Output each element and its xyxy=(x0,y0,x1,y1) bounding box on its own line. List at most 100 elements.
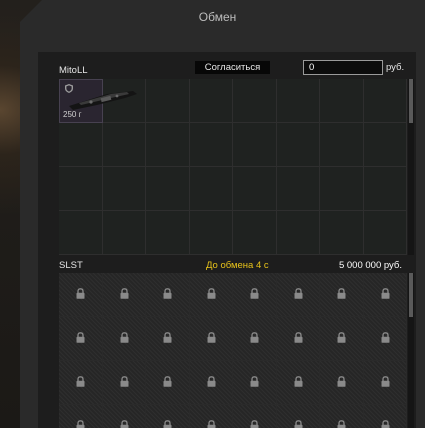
locked-slot xyxy=(146,361,190,405)
other-money-offer: 5 000 000 руб. xyxy=(338,260,402,271)
locked-slot xyxy=(276,405,320,428)
lock-icon xyxy=(76,376,85,387)
lock-icon xyxy=(163,288,172,299)
lock-icon xyxy=(76,420,85,428)
lock-icon xyxy=(337,288,346,299)
inventory-slot[interactable] xyxy=(363,123,407,167)
locked-slot xyxy=(146,317,190,361)
lock-icon xyxy=(294,420,302,428)
inventory-slot[interactable] xyxy=(320,79,364,123)
inventory-slot[interactable] xyxy=(320,167,364,211)
locked-slot xyxy=(102,361,146,405)
inventory-slot[interactable] xyxy=(233,79,277,123)
locked-slot xyxy=(233,361,277,405)
lock-icon xyxy=(250,376,259,387)
locked-slot xyxy=(276,361,320,405)
lock-icon xyxy=(76,332,85,343)
lock-icon xyxy=(120,288,128,299)
inventory-slot[interactable] xyxy=(59,123,103,167)
locked-slot xyxy=(59,361,103,405)
inventory-slot[interactable] xyxy=(59,167,103,211)
inventory-slot[interactable] xyxy=(59,211,103,255)
window-title: Обмен xyxy=(198,10,237,24)
inventory-slot[interactable] xyxy=(363,167,407,211)
inventory-slot[interactable] xyxy=(233,167,277,211)
lock-icon xyxy=(250,332,259,343)
locked-slot xyxy=(102,405,146,428)
lock-icon xyxy=(337,420,346,428)
inventory-slot[interactable] xyxy=(276,123,320,167)
locked-slot xyxy=(102,317,146,361)
locked-slot xyxy=(276,317,320,361)
scrollbar-thumb[interactable] xyxy=(409,79,413,123)
inventory-slot[interactable] xyxy=(189,211,233,255)
lock-icon xyxy=(294,376,302,387)
lock-icon xyxy=(381,376,389,387)
locked-slot xyxy=(233,405,277,428)
locked-slot xyxy=(320,317,364,361)
lock-icon xyxy=(207,288,215,299)
locked-slot xyxy=(276,273,320,317)
locked-slot xyxy=(189,273,233,317)
inventory-slot[interactable] xyxy=(146,167,190,211)
my-offer-grid: 250 г xyxy=(59,79,407,255)
lock-icon xyxy=(381,420,389,428)
agree-button[interactable]: Согласиться xyxy=(195,61,270,74)
inventory-slot[interactable] xyxy=(320,211,364,255)
other-grid-scrollbar[interactable] xyxy=(408,273,414,428)
lock-icon xyxy=(163,420,172,428)
inventory-slot[interactable] xyxy=(102,167,146,211)
inventory-slot[interactable] xyxy=(233,123,277,167)
locked-slot xyxy=(59,317,103,361)
weapon-part-icon xyxy=(69,91,137,110)
locked-slot xyxy=(233,273,277,317)
inventory-slot[interactable] xyxy=(102,211,146,255)
lock-icon xyxy=(294,332,302,343)
lock-icon xyxy=(337,376,346,387)
other-player-name: SLST xyxy=(59,260,83,271)
inventory-slot[interactable] xyxy=(146,123,190,167)
inventory-slot[interactable] xyxy=(276,79,320,123)
trade-timer: До обмена 4 с xyxy=(206,260,269,271)
locked-slot xyxy=(146,405,190,428)
inventory-slot[interactable] xyxy=(363,211,407,255)
item-weight: 250 г xyxy=(63,110,82,119)
inventory-slot[interactable] xyxy=(233,211,277,255)
lock-icon xyxy=(207,376,215,387)
inventory-slot[interactable] xyxy=(102,123,146,167)
locked-slot xyxy=(189,361,233,405)
locked-slot xyxy=(363,273,407,317)
lock-icon xyxy=(250,288,259,299)
inventory-slot[interactable] xyxy=(276,167,320,211)
locked-slot xyxy=(146,273,190,317)
my-grid-scrollbar[interactable] xyxy=(408,79,414,255)
money-input[interactable]: 0 xyxy=(303,60,383,75)
locked-slot xyxy=(189,317,233,361)
inventory-item[interactable]: 250 г xyxy=(59,79,137,123)
inventory-slot[interactable] xyxy=(320,123,364,167)
locked-slot xyxy=(363,405,407,428)
inventory-slot[interactable] xyxy=(146,211,190,255)
lock-icon xyxy=(250,420,259,428)
lock-icon xyxy=(381,288,389,299)
inventory-slot[interactable] xyxy=(189,79,233,123)
lock-icon xyxy=(207,420,215,428)
lock-icon xyxy=(120,376,128,387)
other-offer-grid xyxy=(59,273,407,428)
inventory-slot[interactable] xyxy=(189,123,233,167)
inventory-slot[interactable] xyxy=(189,167,233,211)
inventory-slot[interactable] xyxy=(363,79,407,123)
locked-slot xyxy=(59,405,103,428)
lock-icon xyxy=(294,288,302,299)
inventory-slot[interactable] xyxy=(146,79,190,123)
inventory-slot[interactable] xyxy=(276,211,320,255)
currency-label: руб. xyxy=(386,62,405,73)
scrollbar-thumb[interactable] xyxy=(409,273,413,317)
locked-slot xyxy=(363,361,407,405)
locked-slot xyxy=(320,405,364,428)
lock-icon xyxy=(163,376,172,387)
lock-icon xyxy=(120,332,128,343)
locked-slot xyxy=(59,273,103,317)
locked-slot xyxy=(189,405,233,428)
locked-slot xyxy=(320,273,364,317)
